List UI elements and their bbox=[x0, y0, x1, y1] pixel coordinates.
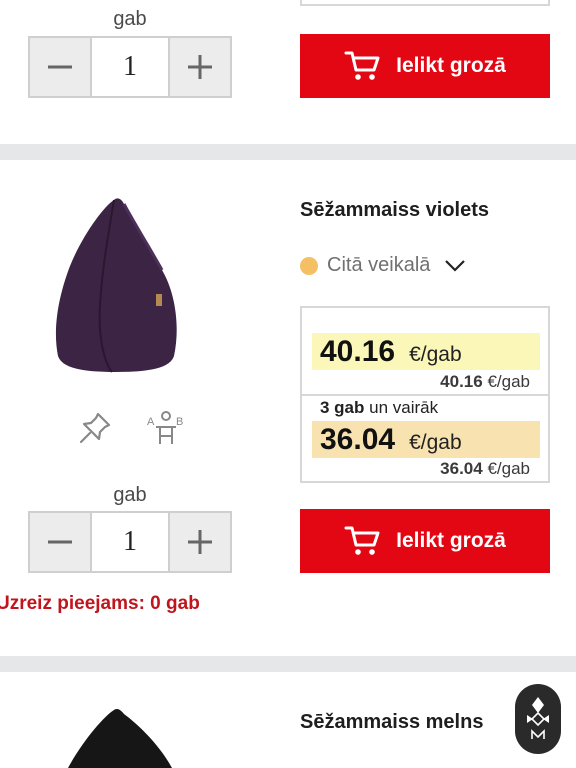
separator bbox=[0, 144, 576, 160]
chevron-down-icon bbox=[444, 259, 466, 273]
top-quantity-input[interactable]: 1 bbox=[90, 38, 170, 96]
add-to-cart-button[interactable]: Ielikt grozā bbox=[300, 509, 550, 573]
top-quantity-stepper: 1 bbox=[28, 36, 232, 98]
top-increase-button[interactable] bbox=[170, 38, 230, 96]
top-add-to-cart-label: Ielikt grozā bbox=[396, 54, 506, 77]
price-tier: 36.04 €/gab bbox=[312, 421, 540, 458]
svg-text:A: A bbox=[147, 416, 155, 428]
minus-icon bbox=[48, 540, 72, 544]
pin-icon[interactable] bbox=[78, 411, 112, 445]
price-main: 40.16 €/gab bbox=[312, 333, 540, 370]
price-main-sub: 40.16 €/gab bbox=[440, 372, 530, 391]
compare-icon[interactable]: AB bbox=[146, 410, 186, 446]
add-to-cart-label: Ielikt grozā bbox=[396, 529, 506, 552]
chat-widget-button[interactable] bbox=[515, 684, 561, 754]
price-tier-unit: €/gab bbox=[409, 431, 462, 454]
top-price-box-fragment bbox=[300, 0, 550, 6]
minus-icon bbox=[48, 65, 72, 69]
quantity-stepper: 1 bbox=[28, 511, 232, 573]
increase-button[interactable] bbox=[170, 513, 230, 571]
plus-icon bbox=[188, 530, 212, 554]
next-product-image[interactable] bbox=[52, 706, 180, 768]
product-title[interactable]: Sēžammaiss violets bbox=[300, 199, 489, 222]
svg-text:B: B bbox=[176, 416, 183, 428]
stock-note: Uzreiz pieejams: 0 gab bbox=[0, 593, 200, 614]
price-main-unit: €/gab bbox=[409, 343, 462, 366]
unit-label: gab bbox=[113, 484, 147, 506]
logo-icon bbox=[527, 697, 549, 739]
top-add-to-cart-button[interactable]: Ielikt grozā bbox=[300, 34, 550, 98]
availability-toggle[interactable]: Citā veikalā bbox=[300, 254, 466, 277]
cart-icon bbox=[344, 525, 380, 557]
availability-label: Citā veikalā bbox=[327, 254, 431, 276]
top-decrease-button[interactable] bbox=[30, 38, 90, 96]
price-tier-value: 36.04 bbox=[320, 423, 396, 456]
cart-icon bbox=[344, 50, 380, 82]
product-image[interactable] bbox=[52, 196, 180, 374]
next-product-title[interactable]: Sēžammaiss melns bbox=[300, 711, 483, 734]
top-unit-label: gab bbox=[113, 8, 147, 30]
price-main-value: 40.16 bbox=[320, 335, 396, 368]
plus-icon bbox=[188, 55, 212, 79]
price-tier-sub: 36.04 €/gab bbox=[440, 459, 530, 478]
quantity-input[interactable]: 1 bbox=[90, 513, 170, 571]
price-box: 40.16 €/gab 40.16 €/gab 3 gab un vairāk … bbox=[300, 306, 550, 483]
separator bbox=[0, 656, 576, 672]
availability-dot bbox=[300, 256, 318, 275]
decrease-button[interactable] bbox=[30, 513, 90, 571]
price-divider bbox=[302, 394, 548, 396]
price-tier-label: 3 gab un vairāk bbox=[320, 398, 439, 417]
